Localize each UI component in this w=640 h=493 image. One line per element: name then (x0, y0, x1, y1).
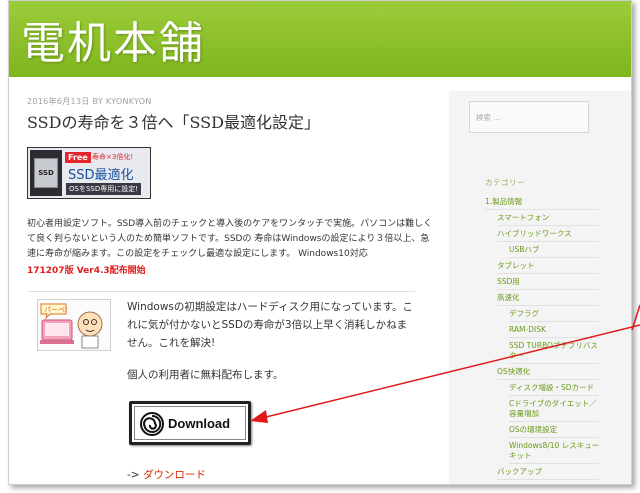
category-separator (509, 321, 599, 322)
post-title: SSDの寿命を３倍へ「SSD最適化設定」 (27, 113, 320, 132)
category-separator (497, 379, 599, 380)
illustration-speech: パーペ! (44, 306, 68, 314)
category-item[interactable]: SSD TURBOブチフリバスター (509, 341, 601, 361)
category-item[interactable]: OS快適化 (497, 367, 607, 377)
category-item[interactable]: バックアップ (497, 467, 607, 477)
version-note: 171207版 Ver4.3配布開始 (27, 266, 146, 276)
free-badge: Free (65, 152, 91, 163)
category-item[interactable]: OSの環境設定 (509, 425, 601, 435)
logo-product-name: SSD最適化 (68, 168, 134, 183)
download-link-line: -> ダウンロード (127, 467, 206, 482)
search-input[interactable] (469, 101, 589, 133)
swirl-icon (140, 412, 164, 436)
logo-tagline: 寿命×3倍化! (92, 153, 134, 161)
category-separator (497, 273, 599, 274)
content-divider (29, 291, 415, 292)
category-separator (497, 225, 599, 226)
ssd-drive-icon: SSD (34, 158, 58, 188)
category-separator (509, 257, 599, 258)
doctor-pc-icon: パーペ! (40, 303, 103, 349)
category-separator (509, 395, 599, 396)
site-title[interactable]: 電机本舗 (21, 7, 205, 71)
sidebar: カテゴリー 1.製品情報スマートフォンハイブリッドワークス USBハブタブレット S… (449, 91, 631, 484)
category-item[interactable]: RAM-DISK (509, 325, 601, 335)
category-item[interactable]: Windows8/10 レスキューキット (509, 441, 601, 461)
download-button-label: Download (168, 416, 231, 431)
category-item[interactable]: 高速化 (497, 293, 607, 303)
category-heading: カテゴリー (485, 178, 525, 187)
ssd-optimizer-logo: SSD Free 寿命×3倍化! SSD最適化 OSをSSD専用に設定! (27, 147, 151, 199)
post-meta: 2016年6月13日 BY KYONKYON (27, 97, 152, 106)
download-link-arrow: -> (127, 469, 143, 481)
category-item[interactable]: 1.製品情報 (485, 197, 605, 207)
category-separator (509, 337, 599, 338)
intro-text: 初心者用設定ソフト。SSD導入前のチェックと導入後のケアをワンタッチで実施。パソ… (27, 219, 433, 259)
download-link[interactable]: ダウンロード (143, 469, 206, 481)
doctor-pc-illustration: パーペ! (37, 299, 111, 351)
free-distribution-note: 個人の利用者に無料配布します。 (127, 369, 284, 381)
category-item[interactable]: デフラグ (509, 309, 601, 319)
category-item[interactable]: USBハブ (509, 245, 601, 255)
category-separator (497, 305, 599, 306)
category-item[interactable]: SSD用 (497, 277, 607, 287)
category-item[interactable]: タブレット (497, 261, 607, 271)
category-separator (497, 289, 599, 290)
feature-text: Windowsの初期設定はハードディスク用になっています。これに気が付かないとS… (127, 301, 414, 349)
site-header: 電机本舗 (9, 1, 631, 77)
category-separator (509, 421, 599, 422)
category-separator (497, 479, 599, 480)
category-item[interactable]: ハイブリッドワークス (497, 229, 607, 239)
category-separator (509, 463, 599, 464)
category-separator (509, 363, 599, 364)
logo-subtitle: OSをSSD専用に設定! (66, 183, 142, 195)
category-separator (497, 241, 599, 242)
category-item[interactable]: スマートフォン (497, 213, 607, 223)
browser-page: 電机本舗 2016年6月13日 BY KYONKYON SSDの寿命を３倍へ「S… (8, 0, 632, 485)
category-separator (485, 209, 599, 210)
category-separator (509, 437, 599, 438)
category-item[interactable]: ディスク増設・SDカード (509, 383, 601, 393)
download-button[interactable]: Download (129, 401, 251, 445)
category-item[interactable]: Cドライブのダイエット／容量増加 (509, 399, 601, 419)
